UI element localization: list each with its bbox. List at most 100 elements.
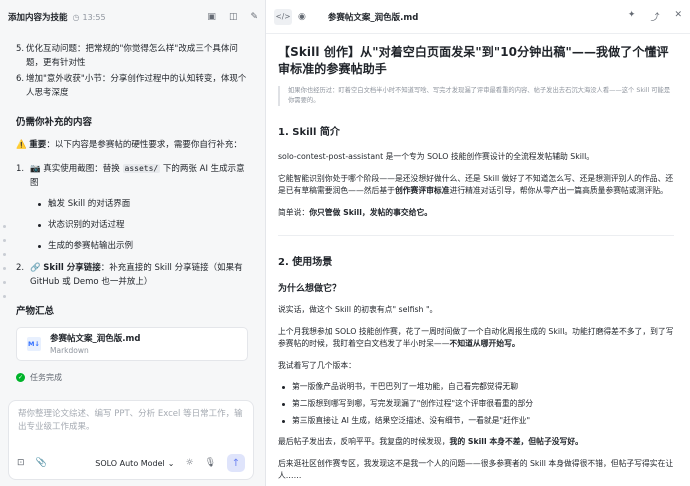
section-heading-todo: 仍需你补充的内容 <box>16 117 93 128</box>
paragraph-bold: 你只管做 Skill，发帖的事交给它。 <box>309 207 433 217</box>
link-icon: 🔗 <box>30 263 41 273</box>
important-text: ：以下内容是参赛帖的硬性要求，需要你自行补充： <box>46 140 242 150</box>
pin-icon[interactable]: ✦ <box>628 10 636 23</box>
sub-list-item: 触发 Skill 的对话界面 <box>38 198 252 210</box>
chat-panel: 添加内容为技能 ◷ 13:55 ▣ ◫ ✎ 5. 优化互动问题：把常规的"你觉得… <box>0 0 266 486</box>
check-circle-icon: ✓ <box>16 373 25 382</box>
bullet-icon <box>38 224 41 227</box>
list-number: 6. <box>16 74 25 84</box>
bullet-icon <box>38 203 41 206</box>
doc-paragraph: 最后帖子发出去，反响平平。我复盘的时候发现，我的 Skill 本身不差，但帖子没… <box>278 436 674 449</box>
lightbulb-icon[interactable]: ☼ <box>185 458 193 468</box>
doc-heading-scene: 2. 使用场景 <box>278 257 333 268</box>
paragraph-bold: 创作赛评审标准 <box>394 186 450 195</box>
divider <box>278 235 674 236</box>
doc-paragraph: solo-contest-post-assistant 是一个专为 SOLO 技… <box>278 152 595 161</box>
image-attach-icon[interactable]: ⊡ <box>17 458 25 468</box>
app-window: 添加内容为技能 ◷ 13:55 ▣ ◫ ✎ 5. 优化互动问题：把常规的"你觉得… <box>0 0 690 486</box>
microphone-icon[interactable]: 🎙 <box>205 458 216 468</box>
file-type: Markdown <box>50 345 89 355</box>
doc-bullet: 第二版想到哪写到哪，写完发现漏了"创作过程"这个评审很看重的部分 <box>282 398 674 410</box>
new-chat-icon[interactable]: ✎ <box>250 12 258 22</box>
chat-header-actions: ▣ ◫ ✎ <box>207 12 258 22</box>
sub-list-item: 状态识别的对话过程 <box>38 219 252 231</box>
doc-paragraph: 后来逛社区创作赛专区，我发现这不是我一个人的问题——很多参赛者的 Skill 本… <box>278 458 674 481</box>
export-icon[interactable]: ⤴ <box>650 10 659 23</box>
chat-time-text: 13:55 <box>82 12 106 22</box>
paragraph-text: 简单说： <box>278 207 310 217</box>
sub-text: 触发 Skill 的对话界面 <box>48 199 131 209</box>
model-selector[interactable]: SOLO Auto Model ⌄ <box>95 459 174 468</box>
section-heading-output: 产物汇总 <box>16 306 55 317</box>
paperclip-icon[interactable]: 📎 <box>36 458 47 468</box>
doc-paragraph: 说实话，做这个 Skill 的初衷有点" selfish "。 <box>278 305 438 314</box>
task-status-text: 任务完成 <box>30 373 62 382</box>
doc-paragraph: 它能智能识别你处于哪个阶段——是还没想好做什么、还是 Skill 做好了不知道怎… <box>278 173 674 198</box>
bullet-text: 第三版直接让 AI 生成，结果空泛描述、没有细节，一看就是"赶作业" <box>292 416 531 425</box>
panel-layout-icon[interactable]: ◫ <box>229 12 238 22</box>
doc-bullet: 第三版直接让 AI 生成，结果空泛描述、没有细节，一看就是"赶作业" <box>282 415 674 427</box>
list-text: 增加"意外收获"小节：分享创作过程中的认知转变，体现个人思考深度 <box>26 74 247 98</box>
document-title: 参赛帖文案_润色版.md <box>327 12 419 23</box>
chat-messages[interactable]: 5. 优化互动问题：把常规的"你觉得怎么样"改成三个具体问题，更有针对性 6. … <box>0 34 265 394</box>
bullet-text: 第二版想到哪写到哪，写完发现漏了"创作过程"这个评审很看重的部分 <box>292 399 534 408</box>
bullet-text: 第一版像产品说明书，干巴巴列了一堆功能，自己看完都觉得无聊 <box>292 382 519 391</box>
todo-item: 1. 📷 真实使用截图：替换 assets/ 下的两张 AI 生成示意图 <box>16 162 252 190</box>
bullet-icon <box>282 386 285 389</box>
bullet-icon <box>282 420 285 423</box>
markdown-file-icon: M↓ <box>27 337 41 351</box>
chat-time: ◷ 13:55 <box>73 13 106 22</box>
source-toggle-button[interactable]: </> <box>274 8 292 25</box>
send-button[interactable]: ↑ <box>227 454 245 472</box>
doc-bullet: 第一版像产品说明书，干巴巴列了一堆功能，自己看完都觉得无聊 <box>282 381 674 393</box>
list-item: 6. 增加"意外收获"小节：分享创作过程中的认知转变，体现个人思考深度 <box>16 72 252 100</box>
todo-item: 2. 🔗 Skill 分享链接：补充直接的 Skill 分享链接（如果有 Git… <box>16 261 252 289</box>
paragraph-text: 最后帖子发出去，反响平平。我复盘的时候发现， <box>278 437 450 446</box>
list-item: 5. 优化互动问题：把常规的"你觉得怎么样"改成三个具体问题，更有针对性 <box>16 42 252 70</box>
preview-eye-icon[interactable]: ◉ <box>298 12 306 22</box>
clock-icon: ◷ <box>72 12 80 22</box>
composer-toolbar: ⊡ 📎 SOLO Auto Model ⌄ ☼ 🎙 ↑ <box>17 454 245 472</box>
chevron-down-icon: ⌄ <box>167 458 175 468</box>
paragraph-text: 进行精准对话引导，帮你从零产出一篇高质量参赛帖或测评贴。 <box>449 186 668 195</box>
paragraph-bold: 不知道从哪开始写。 <box>449 339 520 348</box>
composer-input[interactable]: 帮你整理论文综述、编写 PPT、分析 Excel 等日常工作，输出专业级工作成果… <box>9 401 253 441</box>
doc-heading-1: 【Skill 创作】从"对着空白页面发呆"到"10分钟出稿"——我做了个懂评审标… <box>278 45 669 76</box>
todo-label: Skill 分享链接 <box>43 263 101 273</box>
file-info: 参赛帖文案_润色版.md Markdown <box>50 333 140 356</box>
paragraph-bold: 我的 Skill 本身不差，但帖子没写好。 <box>449 437 583 446</box>
todo-text: 📷 真实使用截图：替换 assets/ 下的两张 AI 生成示意图 <box>30 162 252 190</box>
doc-paragraph: 上个月我想参加 SOLO 技能创作赛，花了一周时间做了一个自动化周报生成的 Sk… <box>278 326 674 351</box>
warning-icon: ⚠️ <box>16 140 27 150</box>
document-panel: </> ◉ 参赛帖文案_润色版.md ✦ ⤴ ✕ 【Skill 创作】从"对着空… <box>266 0 690 486</box>
todo-text: 🔗 Skill 分享链接：补充直接的 Skill 分享链接（如果有 GitHub… <box>30 261 252 289</box>
document-content[interactable]: 【Skill 创作】从"对着空白页面发呆"到"10分钟出稿"——我做了个懂评审标… <box>266 34 690 486</box>
chat-header: 添加内容为技能 ◷ 13:55 ▣ ◫ ✎ <box>0 0 265 34</box>
sub-text: 状态识别的对话过程 <box>48 220 125 230</box>
todo-text-pre: 📷 真实使用截图：替换 <box>30 164 123 174</box>
chat-title: 添加内容为技能 <box>8 13 68 23</box>
inline-code: assets/ <box>122 164 161 173</box>
document-header: </> ◉ 参赛帖文案_润色版.md ✦ ⤴ ✕ <box>266 0 690 34</box>
task-status: ✓ 任务完成 <box>16 372 252 383</box>
list-number: 1. <box>16 164 25 174</box>
doc-paragraph: 简单说：你只管做 Skill，发帖的事交给它。 <box>278 207 674 220</box>
chat-composer[interactable]: 帮你整理论文综述、编写 PPT、分析 Excel 等日常工作，输出专业级工作成果… <box>8 400 254 480</box>
important-note: ⚠️ 重要：以下内容是参赛帖的硬性要求，需要你自行补充： <box>16 138 252 152</box>
terminal-icon[interactable]: ▣ <box>207 12 216 22</box>
list-text: 优化互动问题：把常规的"你觉得怎么样"改成三个具体问题，更有针对性 <box>26 44 238 68</box>
bullet-icon <box>282 403 285 406</box>
doc-heading-intro: 1. Skill 简介 <box>278 127 340 138</box>
document-actions: ✦ ⤴ ✕ <box>628 10 682 23</box>
list-number: 5. <box>16 44 25 54</box>
sub-text: 生成的参赛帖输出示例 <box>48 241 134 251</box>
output-file-card[interactable]: M↓ 参赛帖文案_润色版.md Markdown <box>16 327 248 361</box>
model-name: SOLO Auto Model <box>95 458 165 468</box>
doc-paragraph: 我试着写了几个版本： <box>278 360 356 370</box>
doc-heading-3: 为什么想做它？ <box>278 284 342 294</box>
file-name: 参赛帖文案_润色版.md <box>50 333 141 344</box>
list-number: 2. <box>16 263 25 273</box>
doc-blockquote: 如果你也经历过：盯着空白文档半小时不知道写啥、写完才发现漏了评审最看重的内容、帖… <box>278 86 674 106</box>
close-icon[interactable]: ✕ <box>674 10 682 23</box>
sub-list-item: 生成的参赛帖输出示例 <box>38 240 252 252</box>
